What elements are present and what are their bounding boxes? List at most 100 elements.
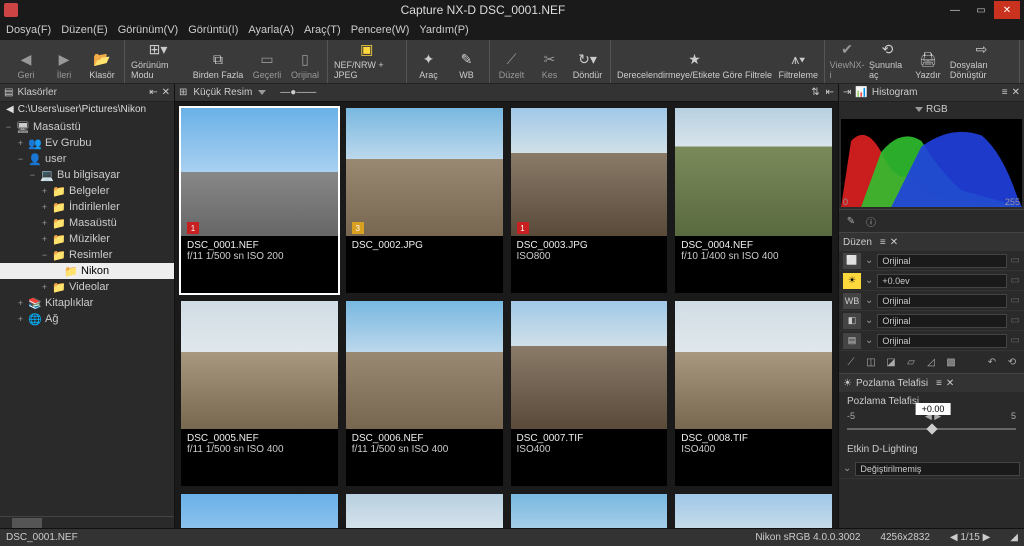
minimize-button[interactable]: —: [942, 1, 968, 19]
open-with-button[interactable]: ⟲Şununla aç: [867, 42, 908, 82]
expand-icon[interactable]: +: [40, 234, 49, 244]
expand-right-icon[interactable]: ⇥: [843, 87, 851, 98]
view-mode-button[interactable]: ⊞▾Görünüm Modu: [129, 42, 187, 82]
expand-icon[interactable]: +: [16, 138, 25, 148]
adjustment-row[interactable]: ☀⌄+0.0ev▭: [839, 271, 1024, 291]
menu-item[interactable]: Dosya(F): [6, 24, 51, 36]
thumbnail[interactable]: RAW: [675, 494, 832, 528]
dropdown-icon[interactable]: [258, 90, 266, 95]
slider-icon[interactable]: ▭: [1011, 275, 1020, 286]
menu-icon[interactable]: ≡: [1002, 87, 1008, 98]
chevron-down-icon[interactable]: ⌄: [865, 335, 873, 346]
expand-icon[interactable]: +: [40, 282, 49, 292]
status-grip-icon[interactable]: ◢: [1010, 532, 1018, 543]
crop-button[interactable]: ✂Kes: [532, 42, 568, 82]
edit-menu-icon[interactable]: ≡: [880, 237, 886, 248]
tree-item[interactable]: +📁Masaüstü: [0, 215, 174, 231]
menu-item[interactable]: Yardım(P): [419, 24, 468, 36]
print-button[interactable]: 🖨Yazdır: [910, 42, 946, 82]
exposure-slider[interactable]: Pozlama Telafisi -5 ◀ +0.00 ▶ 5: [839, 392, 1024, 440]
chevron-down-icon[interactable]: ⌄: [865, 295, 873, 306]
lch-icon[interactable]: ◪: [883, 354, 899, 370]
thumbnail[interactable]: DSC_0008.TIFISO400: [675, 301, 832, 486]
grid-toggle-icon[interactable]: ⊞: [179, 87, 187, 98]
tree-item[interactable]: −🖥Masaüstü: [0, 119, 174, 135]
exp-close-icon[interactable]: ✕: [946, 378, 954, 389]
tree-item[interactable]: 📁Nikon: [0, 263, 174, 279]
undo-icon[interactable]: ↶: [984, 354, 1000, 370]
multi-button[interactable]: ⧉Birden Fazla: [189, 42, 247, 82]
thumbnail[interactable]: [511, 494, 668, 528]
menu-item[interactable]: Düzen(E): [61, 24, 107, 36]
menu-item[interactable]: Pencere(W): [351, 24, 410, 36]
current-button[interactable]: ▭Geçerli: [249, 42, 285, 82]
expand-icon[interactable]: +: [16, 314, 25, 324]
crop-tool-icon[interactable]: ▱: [903, 354, 919, 370]
adjustment-value[interactable]: Orijinal: [877, 314, 1006, 328]
expand-icon[interactable]: +: [16, 298, 25, 308]
rotate-button[interactable]: ↻▾Döndür: [570, 42, 606, 82]
slider-icon[interactable]: ▭: [1011, 315, 1020, 326]
menu-item[interactable]: Görünüm(V): [118, 24, 179, 36]
straighten-button[interactable]: ⟋Düzelt: [494, 42, 530, 82]
adjustment-row[interactable]: ◧⌄Orijinal▭: [839, 311, 1024, 331]
adjustment-value[interactable]: Orijinal: [877, 254, 1006, 268]
menu-item[interactable]: Araç(T): [304, 24, 341, 36]
thumbnail[interactable]: 3DSC_0002.JPG: [346, 108, 503, 293]
menu-item[interactable]: Görüntü(I): [188, 24, 238, 36]
tool-button[interactable]: ✦Araç: [411, 42, 447, 82]
back-button[interactable]: ◀Geri: [8, 42, 44, 82]
tree-item[interactable]: +🌐Ağ: [0, 311, 174, 327]
tree-item[interactable]: +📁İndirilenler: [0, 199, 174, 215]
back-arrow-icon[interactable]: ◀: [6, 104, 14, 115]
slider-icon[interactable]: ▭: [1011, 335, 1020, 346]
tree-item[interactable]: +📁Müzikler: [0, 231, 174, 247]
tree-item[interactable]: +📚Kitaplıklar: [0, 295, 174, 311]
straighten-tool-icon[interactable]: ◿: [923, 354, 939, 370]
thumbnail[interactable]: 1DSC_0003.JPGISO800: [511, 108, 668, 293]
thumbnail[interactable]: RAWDSC_0006.NEFf/11 1/500 sn ISO 400: [346, 301, 503, 486]
thumbnail[interactable]: RAW1DSC_0001.NEFf/11 1/500 sn ISO 200: [181, 108, 338, 293]
maximize-button[interactable]: ▭: [968, 1, 994, 19]
size-slider-icon[interactable]: —●——: [280, 87, 316, 98]
info-tab-icon[interactable]: ⓘ: [863, 213, 879, 229]
expand-icon[interactable]: +: [40, 218, 49, 228]
expand-icon[interactable]: −: [40, 250, 49, 260]
folder-path[interactable]: ◀ C:\Users\user\Pictures\Nikon: [0, 102, 174, 117]
exp-menu-icon[interactable]: ≡: [936, 378, 942, 389]
menu-item[interactable]: Ayarla(A): [248, 24, 294, 36]
levels-icon[interactable]: ◫: [863, 354, 879, 370]
adjustment-row[interactable]: ▤⌄Orijinal▭: [839, 331, 1024, 351]
filtering-button[interactable]: ⩚▾Filtreleme: [777, 42, 821, 82]
thumbnail[interactable]: RAWDSC_0004.NEFf/10 1/400 sn ISO 400: [675, 108, 832, 293]
convert-button[interactable]: ⇨Dosyaları Dönüştür: [948, 42, 1015, 82]
thumbnail-grid[interactable]: RAW1DSC_0001.NEFf/11 1/500 sn ISO 2003DS…: [175, 102, 838, 528]
expand-icon[interactable]: −: [4, 122, 13, 132]
edit-close-icon[interactable]: ✕: [890, 237, 898, 248]
noise-icon[interactable]: ▩: [943, 354, 959, 370]
tree-item[interactable]: +👥Ev Grubu: [0, 135, 174, 151]
close-histo-icon[interactable]: ✕: [1012, 87, 1020, 98]
viewnx-button[interactable]: ✔ViewNX-i: [829, 42, 865, 82]
thumbnail[interactable]: RAWDSC_0005.NEFf/11 1/500 sn ISO 400: [181, 301, 338, 486]
nef-jpeg-button[interactable]: ▣NEF/NRW + JPEG: [332, 42, 402, 82]
curves-icon[interactable]: ⟋: [843, 354, 859, 370]
expand-icon[interactable]: +: [40, 186, 49, 196]
expand-icon[interactable]: −: [16, 154, 25, 164]
chevron-down-icon[interactable]: ⌄: [865, 275, 873, 286]
forward-button[interactable]: ▶İleri: [46, 42, 82, 82]
slider-handle-icon[interactable]: [926, 423, 937, 434]
filter-by-rating-button[interactable]: ★Derecelendirmeye/Etikete Göre Filtrele: [615, 42, 775, 82]
thumbnail[interactable]: RAW: [181, 494, 338, 528]
thumbnail[interactable]: RAW: [346, 494, 503, 528]
tree-item[interactable]: −💻Bu bilgisayar: [0, 167, 174, 183]
close-panel-icon[interactable]: ✕: [162, 87, 170, 98]
slider-icon[interactable]: ▭: [1011, 295, 1020, 306]
close-button[interactable]: ✕: [994, 1, 1020, 19]
tree-item[interactable]: −👤user: [0, 151, 174, 167]
collapse-center-icon[interactable]: ⇤: [826, 87, 834, 98]
dlighting-dropdown[interactable]: ⌄ Değiştirilmemiş: [839, 459, 1024, 479]
adjustment-row[interactable]: ⬜⌄Orijinal▭: [839, 251, 1024, 271]
adjustment-value[interactable]: +0.0ev: [877, 274, 1006, 288]
tree-item[interactable]: +📁Videolar: [0, 279, 174, 295]
